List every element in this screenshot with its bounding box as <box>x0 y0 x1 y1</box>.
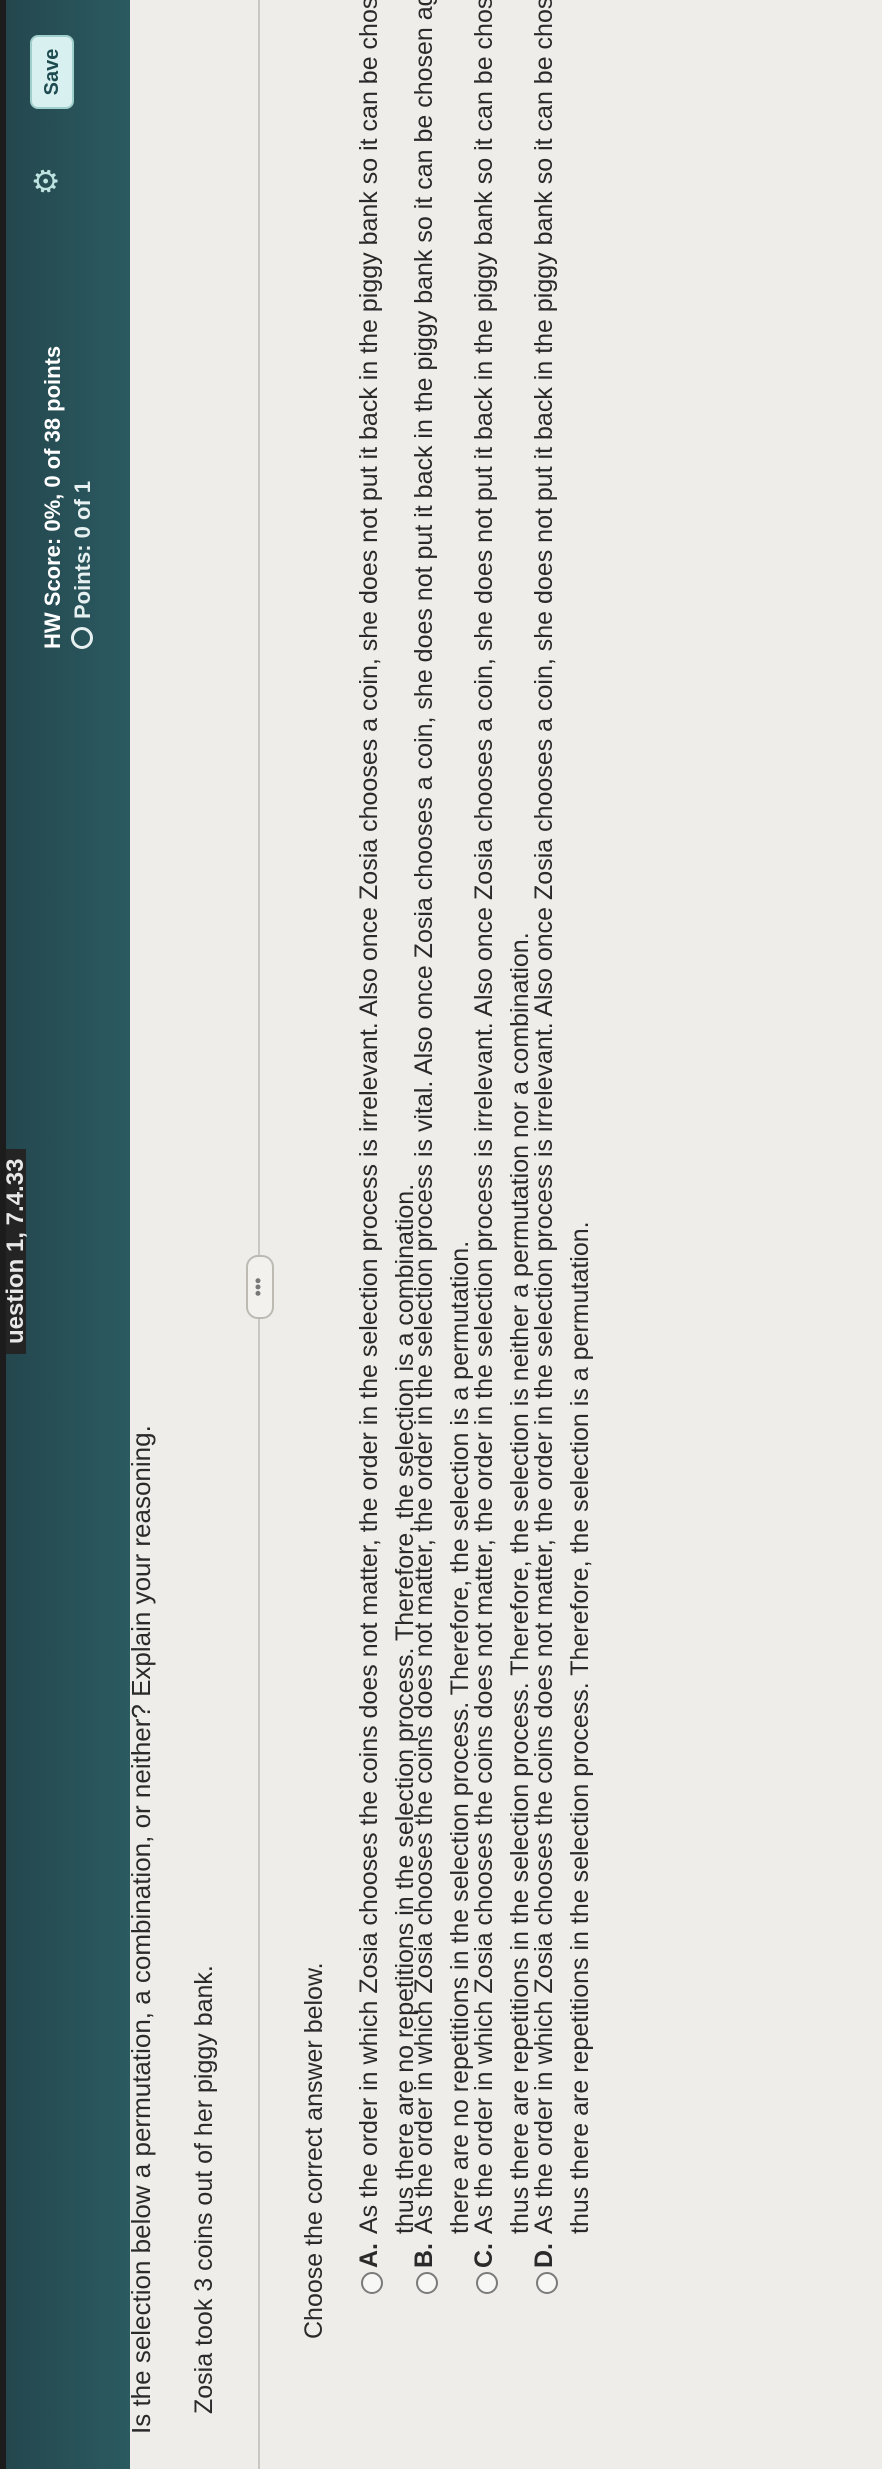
points-label: Points: 0 of 1 <box>70 480 95 619</box>
points-text: Points: 0 of 1 <box>70 481 96 649</box>
score-header-bar: uestion 1, 7.4.33 HW Score: 0%, 0 of 38 … <box>0 0 130 2469</box>
option-text-line1: As the order in which Zosia chooses the … <box>410 0 438 2234</box>
option-letter: C. <box>470 2243 498 2268</box>
option-text-line1: As the order in which Zosia chooses the … <box>355 0 383 2234</box>
question-number-label: uestion 1, 7.4.33 <box>2 1148 29 1354</box>
option-letter: A. <box>355 2243 383 2268</box>
radio-button-d[interactable] <box>536 2272 558 2294</box>
option-text-line1: As the order in which Zosia chooses the … <box>530 0 558 2234</box>
radio-button-b[interactable] <box>416 2272 438 2294</box>
radio-button-a[interactable] <box>361 2272 383 2294</box>
option-letter: B. <box>410 2243 438 2268</box>
option-text-line2: thus there are repetitions in the select… <box>566 1221 594 2234</box>
problem-statement: Zosia took 3 coins out of her piggy bank… <box>190 1965 218 2414</box>
question-prompt: Is the selection below a permutation, a … <box>126 1425 156 2434</box>
option-text-line1: As the order in which Zosia chooses the … <box>470 0 498 2234</box>
save-button[interactable]: Save <box>30 35 74 109</box>
points-ring-icon <box>71 627 93 649</box>
answer-instruction: Choose the correct answer below. <box>300 1962 328 2339</box>
option-letter: D. <box>530 2243 558 2268</box>
hw-score-text: HW Score: 0%, 0 of 38 points <box>40 345 65 649</box>
gear-icon[interactable]: ⚙ <box>26 161 66 201</box>
radio-button-c[interactable] <box>476 2272 498 2294</box>
question-panel: Is the selection below a permutation, a … <box>126 0 882 2469</box>
more-options-button[interactable]: ••• <box>246 1255 274 1319</box>
rotated-screen: uestion 1, 7.4.33 HW Score: 0%, 0 of 38 … <box>0 0 882 2469</box>
divider <box>258 0 260 2469</box>
